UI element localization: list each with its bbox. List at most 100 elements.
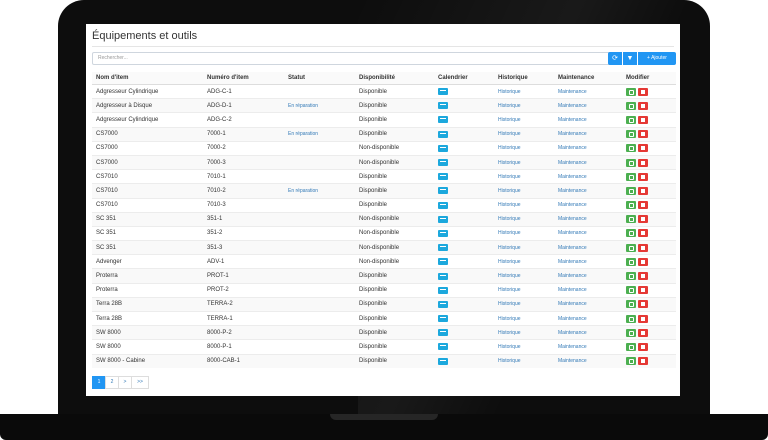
edit-icon[interactable] bbox=[626, 201, 636, 210]
delete-icon[interactable] bbox=[638, 314, 648, 323]
maintenance-link[interactable]: Maintenance bbox=[558, 145, 587, 151]
calendar-icon[interactable] bbox=[438, 116, 448, 124]
history-link[interactable]: Historique bbox=[498, 216, 521, 222]
delete-icon[interactable] bbox=[638, 87, 648, 96]
maintenance-link[interactable]: Maintenance bbox=[558, 273, 587, 279]
status-link[interactable] bbox=[284, 339, 355, 355]
calendar-icon[interactable] bbox=[438, 215, 448, 223]
calendar-icon[interactable] bbox=[438, 286, 448, 294]
edit-icon[interactable] bbox=[626, 130, 636, 139]
status-link[interactable] bbox=[284, 197, 355, 213]
maintenance-link[interactable]: Maintenance bbox=[558, 117, 587, 123]
delete-icon[interactable] bbox=[638, 144, 648, 153]
history-link[interactable]: Historique bbox=[498, 160, 521, 166]
page-button[interactable]: > bbox=[118, 376, 132, 389]
history-link[interactable]: Historique bbox=[498, 358, 521, 364]
search-input[interactable]: Rechercher... bbox=[92, 52, 612, 65]
calendar-icon[interactable] bbox=[438, 102, 448, 110]
edit-icon[interactable] bbox=[626, 144, 636, 153]
status-link[interactable] bbox=[284, 83, 355, 99]
history-link[interactable]: Historique bbox=[498, 103, 521, 109]
history-link[interactable]: Historique bbox=[498, 202, 521, 208]
history-link[interactable]: Historique bbox=[498, 344, 521, 350]
history-link[interactable]: Historique bbox=[498, 287, 521, 293]
status-link[interactable] bbox=[284, 254, 355, 269]
header-item-number[interactable]: Numéro d'item bbox=[203, 72, 284, 85]
history-link[interactable]: Historique bbox=[498, 89, 521, 95]
status-link[interactable] bbox=[284, 112, 355, 128]
page-button[interactable]: 2 bbox=[105, 376, 119, 389]
maintenance-link[interactable]: Maintenance bbox=[558, 259, 587, 265]
delete-icon[interactable] bbox=[638, 300, 648, 309]
edit-icon[interactable] bbox=[626, 215, 636, 224]
status-link[interactable] bbox=[284, 310, 355, 326]
maintenance-link[interactable]: Maintenance bbox=[558, 344, 587, 350]
maintenance-link[interactable]: Maintenance bbox=[558, 188, 587, 194]
delete-icon[interactable] bbox=[638, 186, 648, 195]
add-button[interactable]: + Ajouter bbox=[638, 52, 676, 65]
delete-icon[interactable] bbox=[638, 172, 648, 181]
calendar-icon[interactable] bbox=[438, 357, 448, 365]
maintenance-link[interactable]: Maintenance bbox=[558, 358, 587, 364]
refresh-button[interactable]: ⟳ bbox=[608, 52, 622, 65]
history-link[interactable]: Historique bbox=[498, 330, 521, 336]
maintenance-link[interactable]: Maintenance bbox=[558, 202, 587, 208]
edit-icon[interactable] bbox=[626, 229, 636, 238]
history-link[interactable]: Historique bbox=[498, 174, 521, 180]
edit-icon[interactable] bbox=[626, 286, 636, 295]
history-link[interactable]: Historique bbox=[498, 273, 521, 279]
calendar-icon[interactable] bbox=[438, 88, 448, 96]
edit-icon[interactable] bbox=[626, 314, 636, 323]
calendar-icon[interactable] bbox=[438, 130, 448, 138]
edit-icon[interactable] bbox=[626, 257, 636, 266]
edit-icon[interactable] bbox=[626, 101, 636, 110]
maintenance-link[interactable]: Maintenance bbox=[558, 245, 587, 251]
page-button[interactable]: >> bbox=[131, 376, 149, 389]
edit-icon[interactable] bbox=[626, 272, 636, 281]
delete-icon[interactable] bbox=[638, 158, 648, 167]
status-link[interactable]: En réparation bbox=[284, 183, 355, 198]
status-link[interactable]: En réparation bbox=[284, 126, 355, 142]
calendar-icon[interactable] bbox=[438, 300, 448, 308]
maintenance-link[interactable]: Maintenance bbox=[558, 103, 587, 109]
status-link[interactable] bbox=[284, 325, 355, 340]
delete-icon[interactable] bbox=[638, 342, 648, 351]
edit-icon[interactable] bbox=[626, 87, 636, 96]
edit-icon[interactable] bbox=[626, 186, 636, 195]
delete-icon[interactable] bbox=[638, 201, 648, 210]
status-link[interactable]: En réparation bbox=[284, 98, 355, 113]
edit-icon[interactable] bbox=[626, 357, 636, 366]
delete-icon[interactable] bbox=[638, 257, 648, 266]
history-link[interactable]: Historique bbox=[498, 316, 521, 322]
calendar-icon[interactable] bbox=[438, 144, 448, 152]
calendar-icon[interactable] bbox=[438, 159, 448, 167]
status-link[interactable] bbox=[284, 225, 355, 241]
edit-icon[interactable] bbox=[626, 115, 636, 124]
edit-icon[interactable] bbox=[626, 243, 636, 252]
history-link[interactable]: Historique bbox=[498, 131, 521, 137]
status-link[interactable] bbox=[284, 282, 355, 298]
edit-icon[interactable] bbox=[626, 300, 636, 309]
status-link[interactable] bbox=[284, 140, 355, 156]
status-link[interactable] bbox=[284, 296, 355, 312]
maintenance-link[interactable]: Maintenance bbox=[558, 89, 587, 95]
history-link[interactable]: Historique bbox=[498, 230, 521, 236]
delete-icon[interactable] bbox=[638, 215, 648, 224]
history-link[interactable]: Historique bbox=[498, 117, 521, 123]
delete-icon[interactable] bbox=[638, 328, 648, 337]
maintenance-link[interactable]: Maintenance bbox=[558, 330, 587, 336]
edit-icon[interactable] bbox=[626, 158, 636, 167]
maintenance-link[interactable]: Maintenance bbox=[558, 216, 587, 222]
delete-icon[interactable] bbox=[638, 229, 648, 238]
header-availability[interactable]: Disponibilité bbox=[355, 72, 434, 85]
maintenance-link[interactable]: Maintenance bbox=[558, 301, 587, 307]
calendar-icon[interactable] bbox=[438, 173, 448, 181]
header-status[interactable]: Statut bbox=[284, 72, 355, 85]
maintenance-link[interactable]: Maintenance bbox=[558, 316, 587, 322]
maintenance-link[interactable]: Maintenance bbox=[558, 287, 587, 293]
history-link[interactable]: Historique bbox=[498, 301, 521, 307]
edit-icon[interactable] bbox=[626, 172, 636, 181]
edit-icon[interactable] bbox=[626, 328, 636, 337]
history-link[interactable]: Historique bbox=[498, 145, 521, 151]
calendar-icon[interactable] bbox=[438, 272, 448, 280]
